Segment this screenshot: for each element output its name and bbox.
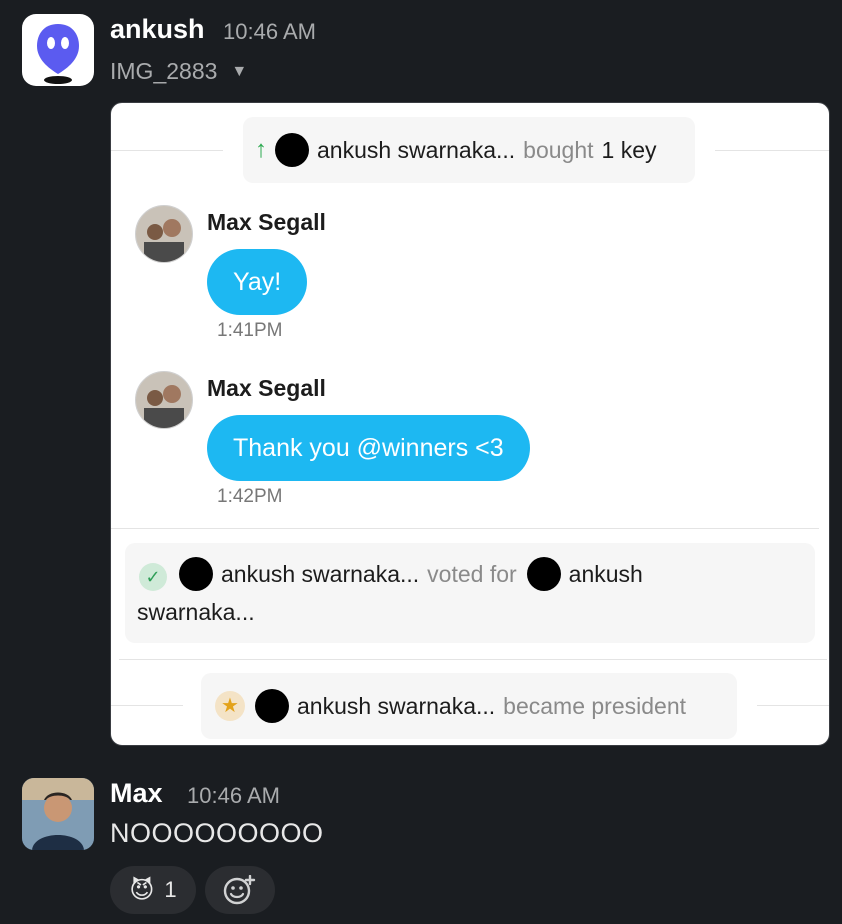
chat-time: 1:42PM xyxy=(217,486,283,507)
file-name[interactable]: IMG_2883 ▼ xyxy=(110,58,247,85)
chat-avatar xyxy=(135,205,193,263)
event-object: 1 key xyxy=(601,136,657,163)
smiling-devil-icon: 😈 xyxy=(129,876,155,904)
chat-sender: Max Segall xyxy=(207,375,326,401)
chevron-down-icon[interactable]: ▼ xyxy=(231,63,247,81)
vote-target-continued: swarnaka... xyxy=(137,599,255,625)
user-avatar-dot xyxy=(179,557,213,591)
attached-image[interactable]: ↑ ankush swarnaka... bought 1 key Max Se… xyxy=(110,102,830,746)
check-circle-icon: ✓ xyxy=(139,563,167,591)
file-name-label: IMG_2883 xyxy=(110,58,218,84)
chat-bubble: Yay! xyxy=(207,249,308,315)
chat-sender: Max Segall xyxy=(207,209,326,235)
president-event: ★ ankush swarnaka... became president xyxy=(201,673,737,739)
ghost-logo-icon xyxy=(37,24,79,84)
divider xyxy=(111,150,223,151)
voter-name: ankush swarnaka... xyxy=(221,560,420,587)
divider xyxy=(111,528,819,529)
event-user: ankush swarnaka... xyxy=(317,136,516,163)
user-avatar-dot xyxy=(275,133,309,167)
sender-name[interactable]: ankush xyxy=(110,14,205,45)
message-text: NOOOOOOOOO xyxy=(110,818,324,848)
chat-bubble: Thank you @winners <3 xyxy=(207,415,530,481)
divider xyxy=(119,659,827,660)
timestamp[interactable]: 10:46 AM xyxy=(223,19,316,45)
bought-key-event: ↑ ankush swarnaka... bought 1 key xyxy=(243,117,695,183)
user-avatar-dot xyxy=(255,689,289,723)
divider xyxy=(111,705,183,706)
up-arrow-icon: ↑ xyxy=(255,136,267,163)
chat-avatar xyxy=(135,371,193,429)
vote-event: ✓ ankush swarnaka... voted for ankush sw… xyxy=(125,543,815,643)
reaction-pill[interactable]: 😈 1 xyxy=(110,866,196,914)
divider xyxy=(757,705,829,706)
avatar[interactable] xyxy=(22,778,94,850)
star-icon: ★ xyxy=(215,691,245,721)
vote-target: ankush xyxy=(568,560,643,587)
vote-action: voted for xyxy=(427,560,517,587)
event-user: ankush swarnaka... xyxy=(297,692,496,719)
user-avatar-dot xyxy=(526,557,561,591)
event-action: became president xyxy=(503,692,687,719)
event-action: bought xyxy=(523,136,594,163)
add-reaction-button[interactable] xyxy=(205,866,275,914)
divider xyxy=(715,150,829,151)
add-reaction-icon xyxy=(223,875,256,905)
timestamp[interactable]: 10:46 AM xyxy=(187,783,280,809)
chat-time: 1:41PM xyxy=(217,320,283,341)
reaction-count: 1 xyxy=(164,877,177,902)
app-avatar[interactable] xyxy=(22,14,94,86)
sender-name[interactable]: Max xyxy=(110,778,163,809)
